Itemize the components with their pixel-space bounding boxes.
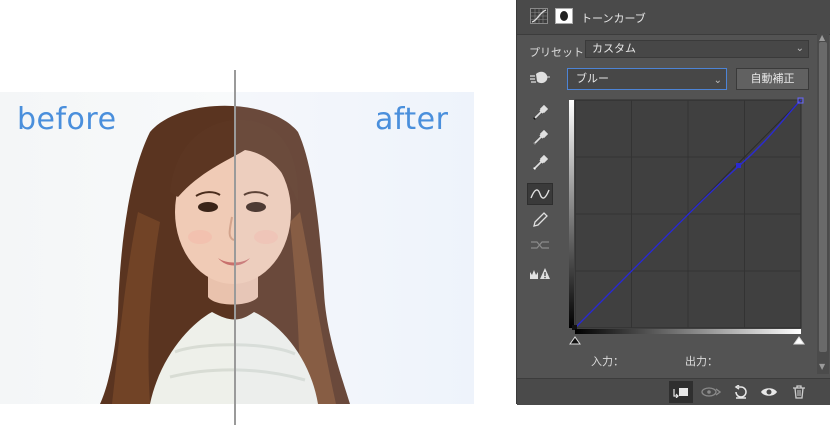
after-label: after [375, 102, 449, 137]
reset-icon[interactable] [729, 381, 753, 403]
scroll-thumb[interactable] [819, 42, 827, 352]
visibility-eye-icon[interactable] [757, 381, 781, 403]
input-label: 入力： [591, 355, 624, 368]
auto-button[interactable]: 自動補正 [736, 68, 809, 90]
comparison-divider [234, 70, 236, 425]
trash-icon[interactable] [787, 381, 811, 403]
panel-scrollbar[interactable]: ▲ ▼ [817, 33, 829, 374]
black-point-slider [569, 336, 581, 345]
view-previous-state-icon[interactable] [699, 381, 723, 403]
clipping-warning-icon[interactable] [527, 262, 553, 284]
smooth-icon[interactable] [527, 234, 553, 256]
layer-mask-icon[interactable] [555, 8, 573, 24]
point-eyedropper-white-icon[interactable] [527, 152, 553, 174]
scroll-down-icon[interactable]: ▼ [819, 362, 825, 371]
tone-curve-graph[interactable] [567, 96, 807, 348]
panel-footer [517, 378, 830, 405]
scroll-up-icon[interactable]: ▲ [819, 33, 825, 42]
output-label: 出力： [685, 355, 718, 368]
channel-dropdown[interactable]: ブルー ⌄ [567, 68, 727, 90]
preset-value: カスタム [592, 42, 636, 55]
on-image-adjust-icon[interactable] [530, 70, 550, 86]
curves-adjustment-icon[interactable] [530, 8, 548, 24]
properties-panel: トーンカーブ プリセット： カスタム ⌄ ブルー ⌄ 自動補正 入力： 出力： … [516, 0, 830, 405]
input-gradient-bar [575, 329, 801, 334]
point-eyedropper-gray-icon[interactable] [527, 127, 553, 149]
channel-value: ブルー [576, 72, 609, 85]
pencil-icon[interactable] [527, 209, 553, 231]
white-point-slider [793, 336, 805, 345]
curve-edit-icon[interactable] [527, 183, 553, 205]
output-gradient-bar [569, 100, 574, 328]
clip-to-layer-icon[interactable] [669, 381, 693, 403]
curve-control-point [736, 163, 741, 168]
portrait-photo [100, 92, 474, 404]
panel-header: トーンカーブ [517, 0, 830, 35]
chevron-down-icon: ⌄ [795, 43, 804, 54]
panel-title: トーンカーブ [581, 12, 646, 25]
preset-dropdown[interactable]: カスタム ⌄ [585, 40, 809, 58]
chevron-down-icon: ⌄ [713, 75, 722, 86]
point-eyedropper-black-icon[interactable] [527, 102, 553, 124]
before-label: before [17, 102, 117, 137]
